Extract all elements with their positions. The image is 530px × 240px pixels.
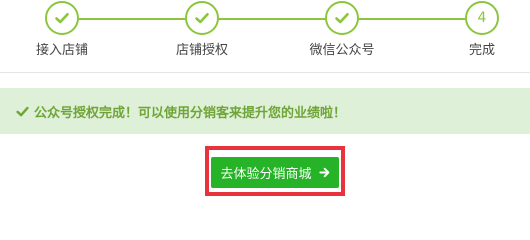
try-distribution-mall-button[interactable]: 去体验分销商城 [211,157,339,188]
step-number: 4 [477,10,487,26]
button-label: 去体验分销商城 [220,167,312,182]
step-circle-current: 4 [465,1,499,35]
check-icon [16,105,29,118]
alert-message: 公众号授权完成！可以使用分销客来提升您的业绩啦！ [34,105,347,121]
success-alert: 公众号授权完成！可以使用分销客来提升您的业绩啦！ [0,88,530,134]
step-connect-store: 接入店铺 [22,0,102,59]
step-circle-done [325,1,359,35]
check-icon [334,10,350,26]
step-label: 完成 [468,43,495,58]
step-complete: 4 完成 [442,0,522,59]
arrow-right-icon [318,167,330,178]
check-icon [194,10,210,26]
step-store-authorization: 店铺授权 [162,0,242,59]
step-label: 微信公众号 [309,43,375,58]
step-circle-done [45,1,79,35]
progress-stepper: 接入店铺 店铺授权 微信公众号 4 完成 [0,0,530,73]
check-icon [54,10,70,26]
stepper-line [62,18,482,20]
step-wechat-account: 微信公众号 [302,0,382,59]
step-label: 店铺授权 [175,43,228,58]
step-circle-done [185,1,219,35]
step-label: 接入店铺 [35,43,88,58]
authorization-complete-page: 接入店铺 店铺授权 微信公众号 4 完成 公众号授权完成！可以使用分销客来提升您… [0,0,530,240]
